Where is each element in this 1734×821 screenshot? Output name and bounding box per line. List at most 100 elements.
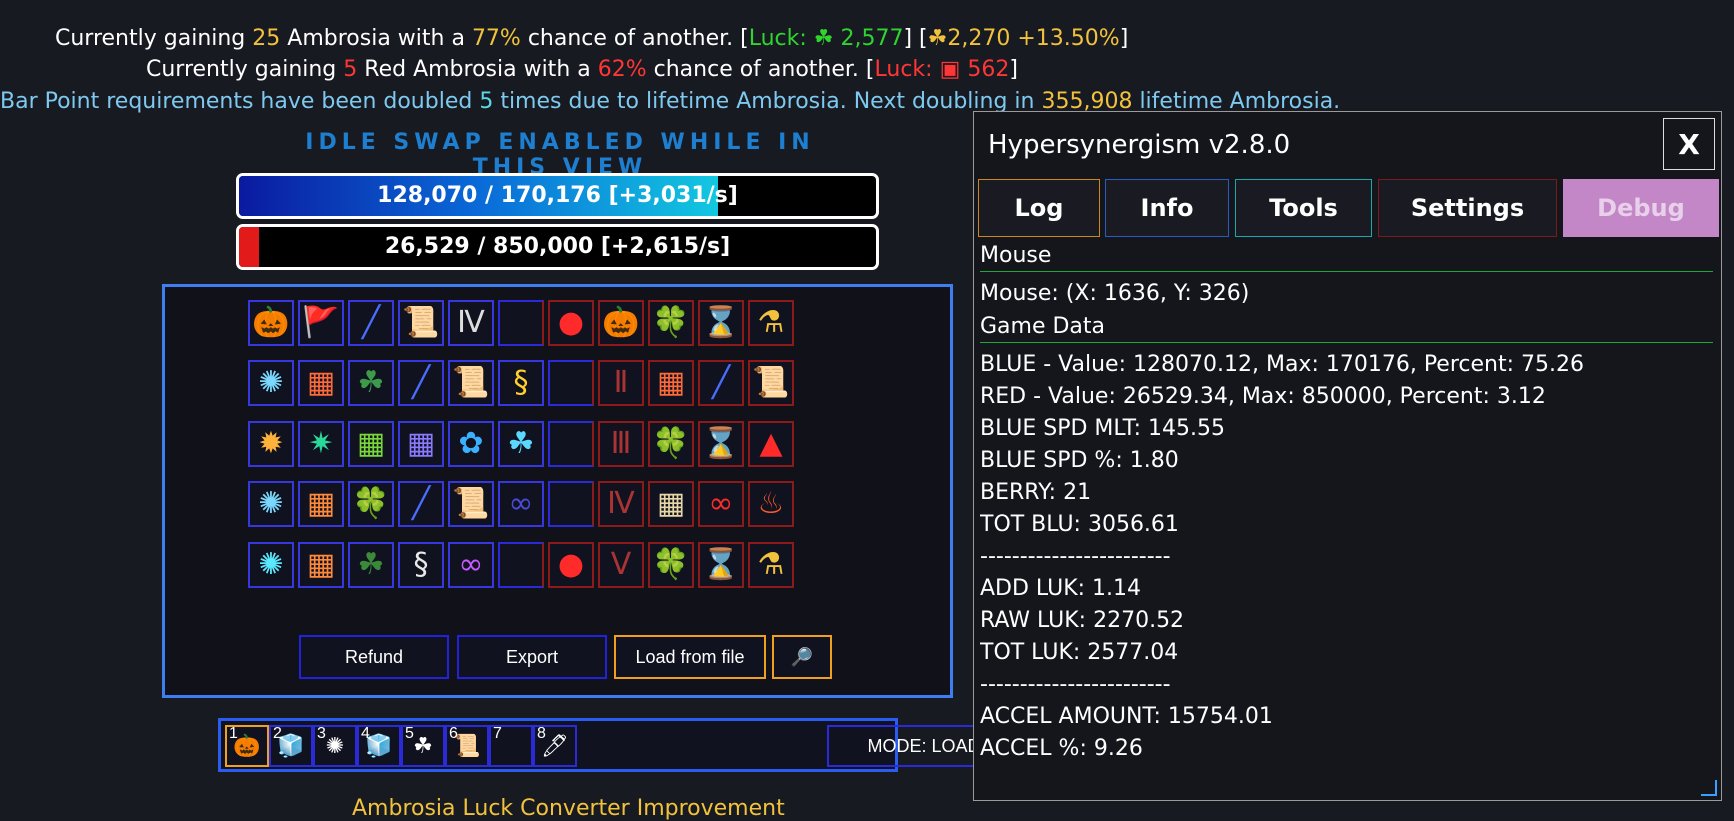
game-data-rows: BLUE - Value: 128070.12, Max: 170176, Pe… — [980, 349, 1713, 765]
tab-debug[interactable]: Debug — [1563, 179, 1719, 237]
upgrade-clover-icon[interactable]: 🍀 — [648, 542, 694, 588]
loadout-slot-8[interactable]: 8 🖊 — [533, 725, 577, 767]
loadout-slot-3[interactable]: 3 ✺ — [313, 725, 357, 767]
panel-title: Hypersynergism v2.8.0 — [988, 130, 1291, 160]
upgrade-pumpkin-icon[interactable]: 🎃 — [248, 300, 294, 346]
upgrade-pillar4-icon[interactable]: Ⅳ — [598, 481, 644, 527]
upgrade-pumpkin-r-icon[interactable]: 🎃 — [598, 300, 644, 346]
upgrade-orb-g-icon[interactable]: ✷ — [298, 421, 344, 467]
game-data-row: ------------------------ — [980, 672, 1171, 697]
upgrade-orb-icon[interactable]: ✺ — [248, 360, 294, 406]
upgrade-cubes-b-icon[interactable]: ▦ — [398, 421, 444, 467]
loadout-slot-6[interactable]: 6 📜 — [445, 725, 489, 767]
upgrade-red-blob-icon[interactable]: ● — [548, 300, 594, 346]
loadout-slot-icon: ☘ — [413, 733, 433, 759]
upgrade-wand-icon[interactable]: ╱ — [398, 481, 444, 527]
upgrade-pillar-icon[interactable]: Ⅱ — [598, 360, 644, 406]
upgrade-empty-icon[interactable] — [498, 542, 544, 588]
game-data-row: ACCEL AMOUNT: 15754.01 — [980, 704, 1273, 729]
upgrade-flag-icon[interactable]: 🚩 — [298, 300, 344, 346]
upgrade-cubes-w-icon[interactable]: ▦ — [648, 481, 694, 527]
panel-content: Mouse Mouse: (X: 1636, Y: 326) Game Data… — [980, 239, 1713, 800]
ambrosia-upgrade-grid: 🎃 🚩 ╱ 📜 Ⅳ ● 🎃 🍀 ⌛ ⚗ ✺ ▦ ☘ ╱ 📜 § Ⅱ ▦ ╱ 📜 ✹ ✷ ▦ ▦ ✿ ☘ Ⅲ 🍀 ⌛ ▲ ✺ ▦ 🍀 ╱ 📜 ∞ Ⅳ ▦ ∞ ♨… — [162, 284, 953, 698]
ambrosia-gain-line: Currently gaining 25 Ambrosia with a 77%… — [55, 26, 1129, 51]
upgrade-cubes-icon[interactable]: ▦ — [648, 360, 694, 406]
upgrade-infinity-icon[interactable]: ∞ — [498, 481, 544, 527]
upgrade-wand-icon[interactable]: ╱ — [698, 360, 744, 406]
upgrade-empty-icon[interactable] — [498, 300, 544, 346]
upgrade-orb2-icon[interactable]: ✹ — [248, 421, 294, 467]
loadout-slot-number: 8 — [537, 725, 546, 742]
upgrade-clover-s-icon[interactable]: ☘ — [348, 360, 394, 406]
upgrade-empty-icon[interactable] — [548, 481, 594, 527]
loadout-slot-icon: ✺ — [325, 733, 345, 759]
upgrade-fire-icon[interactable]: ♨ — [748, 481, 794, 527]
loadout-slot-number: 1 — [229, 725, 238, 742]
upgrade-orb3-icon[interactable]: ✺ — [248, 542, 294, 588]
red-progress-bar: 26,529 / 850,000 [+2,615/s] — [236, 224, 879, 270]
upgrade-cubes-icon[interactable]: ▦ — [298, 360, 344, 406]
upgrade-scroll-icon[interactable]: 📜 — [748, 360, 794, 406]
upgrade-cubes-g-icon[interactable]: ▦ — [348, 421, 394, 467]
upgrade-wand-icon[interactable]: ╱ — [348, 300, 394, 346]
upgrade-cubes-o-icon[interactable]: ▦ — [298, 542, 344, 588]
upgrade-pillar5-icon[interactable]: Ⅴ — [598, 542, 644, 588]
panel-header[interactable]: Hypersynergism v2.8.0 X — [974, 112, 1721, 178]
upgrade-empty-icon[interactable] — [548, 421, 594, 467]
export-button[interactable]: Export — [457, 635, 607, 679]
game-data-row: RAW LUK: 2270.52 — [980, 608, 1185, 633]
game-data-row: RED - Value: 26529.34, Max: 850000, Perc… — [980, 384, 1546, 409]
loadout-slot-4[interactable]: 4 🧊 — [357, 725, 401, 767]
tab-info[interactable]: Info — [1105, 179, 1229, 237]
tab-settings[interactable]: Settings — [1378, 179, 1557, 237]
close-button[interactable]: X — [1663, 118, 1715, 170]
upgrade-infinity-r-icon[interactable]: ∞ — [698, 481, 744, 527]
loadout-slot-2[interactable]: 2 🧊 — [269, 725, 313, 767]
loadout-bar: 1 🎃 2 🧊 3 ✺ 4 🧊 5 ☘ 6 📜 7 8 🖊 MODE: LOAD LOADOUT — [218, 718, 1113, 772]
upgrade-hourglass-icon[interactable]: ⌛ — [698, 542, 744, 588]
game-data-section-heading: Game Data — [980, 312, 1713, 343]
loadout-slot-5[interactable]: 5 ☘ — [401, 725, 445, 767]
tab-tools[interactable]: Tools — [1235, 179, 1372, 237]
upgrade-flask-icon[interactable]: ⚗ — [748, 542, 794, 588]
upgrade-empty-icon[interactable] — [548, 360, 594, 406]
search-button[interactable]: 🔎 — [772, 635, 832, 679]
upgrade-snake-s-icon[interactable]: § — [398, 542, 444, 588]
tab-log[interactable]: Log — [978, 179, 1100, 237]
upgrade-cubes-o-icon[interactable]: ▦ — [298, 481, 344, 527]
upgrade-pillar3-icon[interactable]: Ⅲ — [598, 421, 644, 467]
upgrade-leaf-icon[interactable]: ✿ — [448, 421, 494, 467]
upgrade-clover-icon[interactable]: 🍀 — [648, 421, 694, 467]
red-ambrosia-gain-line: Currently gaining 5 Red Ambrosia with a … — [146, 57, 1018, 82]
upgrade-hourglass-icon[interactable]: ⌛ — [698, 300, 744, 346]
upgrade-clover-b-icon[interactable]: ☘ — [498, 421, 544, 467]
loadout-slot-7[interactable]: 7 — [489, 725, 533, 767]
loadout-slot-1[interactable]: 1 🎃 — [225, 725, 269, 767]
upgrade-clover-icon[interactable]: 🍀 — [348, 481, 394, 527]
loadout-slot-number: 6 — [449, 725, 458, 742]
game-data-row: BLUE SPD MLT: 145.55 — [980, 416, 1226, 441]
upgrade-numeral-icon[interactable]: Ⅳ — [448, 300, 494, 346]
upgrade-orb-icon[interactable]: ✺ — [248, 481, 294, 527]
upgrade-clover-d-icon[interactable]: ☘ — [348, 542, 394, 588]
upgrade-hourglass-r-icon[interactable]: ⌛ — [698, 421, 744, 467]
upgrade-red-blob-icon[interactable]: ● — [548, 542, 594, 588]
upgrade-scroll-icon[interactable]: 📜 — [398, 300, 444, 346]
upgrade-wand-icon[interactable]: ╱ — [398, 360, 444, 406]
upgrade-clover-icon[interactable]: 🍀 — [648, 300, 694, 346]
load-from-file-button[interactable]: Load from file — [614, 635, 766, 679]
game-data-row: TOT LUK: 2577.04 — [980, 640, 1179, 665]
magnifier-icon: 🔎 — [790, 646, 814, 667]
loadout-slot-number: 5 — [405, 725, 414, 742]
upgrade-flame-icon[interactable]: ▲ — [748, 421, 794, 467]
upgrade-flask-icon[interactable]: ⚗ — [748, 300, 794, 346]
upgrade-scroll-icon[interactable]: 📜 — [448, 481, 494, 527]
mouse-coords: Mouse: (X: 1636, Y: 326) — [980, 281, 1250, 306]
upgrade-snake-icon[interactable]: § — [498, 360, 544, 406]
resize-handle[interactable] — [1701, 780, 1717, 796]
game-data-row: ADD LUK: 1.14 — [980, 576, 1142, 601]
upgrade-infinity-p-icon[interactable]: ∞ — [448, 542, 494, 588]
upgrade-scroll-icon[interactable]: 📜 — [448, 360, 494, 406]
refund-button[interactable]: Refund — [299, 635, 449, 679]
loadout-slot-number: 4 — [361, 725, 370, 742]
